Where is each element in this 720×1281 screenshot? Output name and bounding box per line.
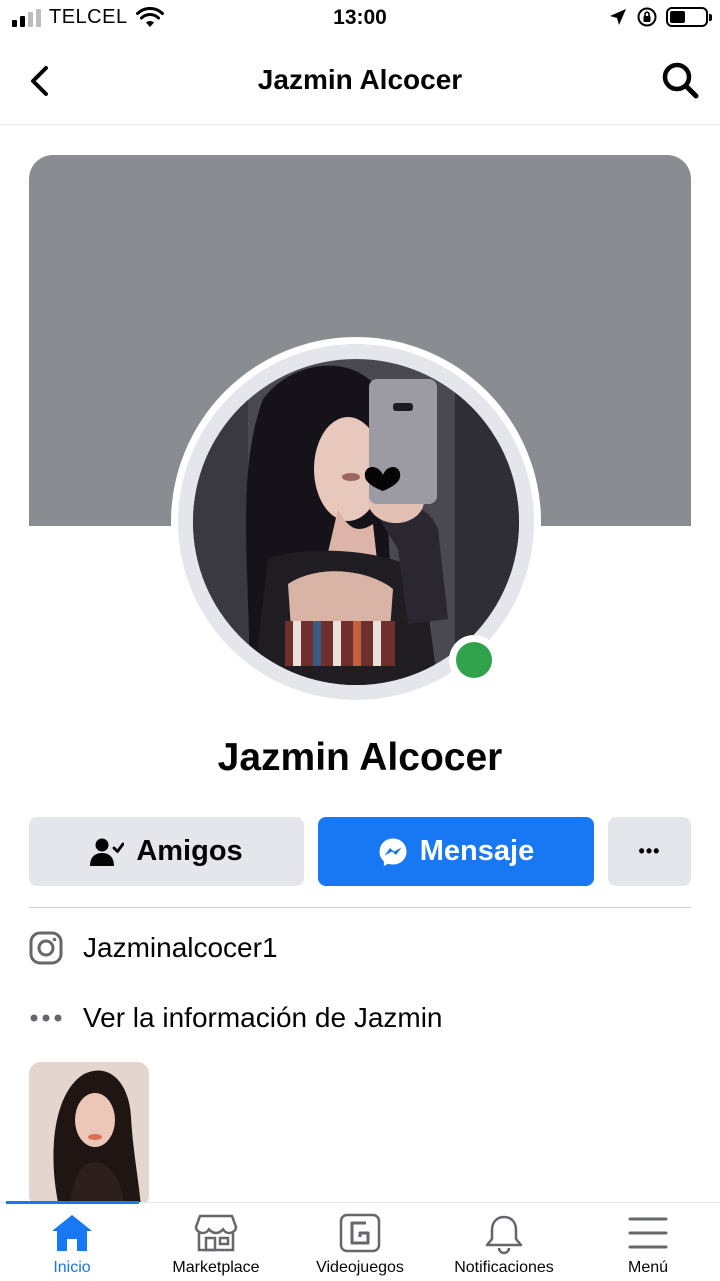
see-info-link[interactable]: Ver la información de Jazmin [29, 995, 443, 1041]
online-status-indicator [449, 635, 499, 685]
back-arrow-icon [31, 66, 48, 96]
gaming-icon [339, 1213, 381, 1253]
nav-menu[interactable]: Menú [576, 1203, 720, 1281]
messenger-icon [379, 838, 407, 866]
battery-fill [670, 11, 685, 23]
friends-button-label: Amigos [136, 835, 243, 867]
see-info-label: Ver la información de Jazmin [83, 1002, 443, 1033]
battery-icon [666, 7, 712, 27]
nav-marketplace-label: Marketplace [172, 1259, 260, 1276]
nav-notifications-label: Notificaciones [454, 1259, 554, 1276]
divider [29, 907, 691, 908]
nav-home-label: Inicio [53, 1259, 91, 1276]
instagram-link[interactable]: Jazminalcocer1 [29, 925, 278, 971]
bell-icon [485, 1215, 523, 1255]
friends-button[interactable]: Amigos [29, 817, 304, 886]
home-icon [52, 1215, 92, 1251]
status-icons [608, 6, 712, 28]
featured-photo-thumbnail[interactable] [29, 1062, 149, 1207]
search-button[interactable] [658, 58, 702, 102]
nav-gaming[interactable]: Videojuegos [288, 1203, 432, 1281]
profile-name: Jazmin Alcocer [217, 736, 503, 779]
more-options-button[interactable]: ••• [608, 817, 691, 886]
orientation-lock-icon [637, 7, 657, 27]
more-options-icon: ••• [638, 841, 661, 861]
location-arrow-icon [610, 9, 626, 25]
back-button[interactable] [22, 62, 62, 102]
ellipsis-icon [30, 1014, 62, 1022]
message-button[interactable]: Mensaje [318, 817, 594, 886]
marketplace-icon [194, 1214, 238, 1252]
message-button-label: Mensaje [419, 835, 535, 867]
menu-icon [628, 1217, 668, 1249]
nav-notifications[interactable]: Notificaciones [432, 1203, 576, 1281]
nav-gaming-label: Videojuegos [316, 1259, 404, 1276]
page-title: Jazmin Alcocer [257, 64, 463, 95]
instagram-icon [29, 931, 63, 965]
nav-home[interactable]: Inicio [0, 1203, 144, 1281]
friend-check-icon [90, 838, 125, 866]
search-icon [662, 62, 699, 99]
bottom-navigation: Inicio Marketplace Videojuegos Notificac… [0, 1201, 720, 1281]
instagram-handle: Jazminalcocer1 [83, 932, 278, 963]
status-bar: TELCEL 13:00 [0, 0, 720, 38]
top-header: Jazmin Alcocer [0, 38, 720, 125]
nav-menu-label: Menú [627, 1259, 669, 1276]
nav-marketplace[interactable]: Marketplace [144, 1203, 288, 1281]
